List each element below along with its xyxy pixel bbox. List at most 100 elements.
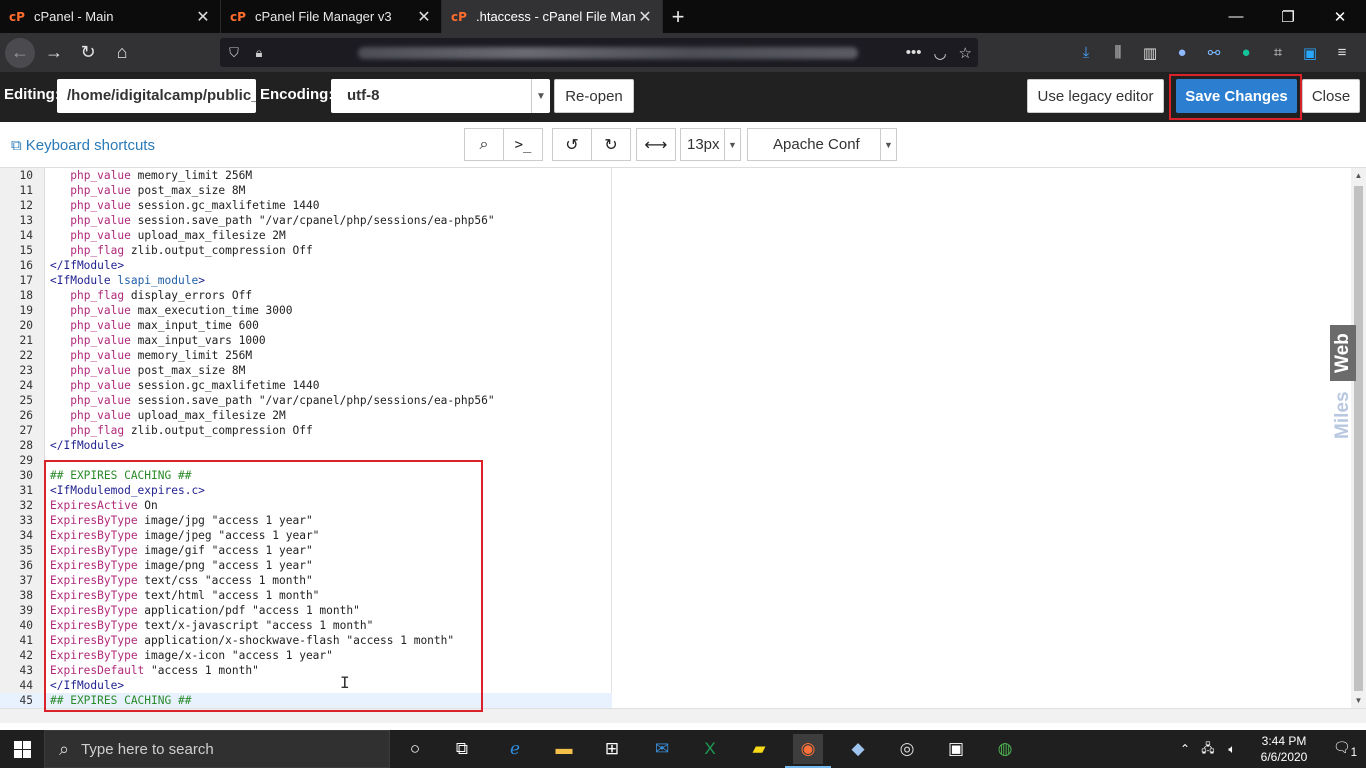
code-editor[interactable]: 10 php_value memory_limit 256M 11 php_val… [0,168,1366,708]
store-icon[interactable]: ⊞ [597,734,627,764]
close-tab-icon[interactable]: ✕ [636,7,654,27]
reopen-button[interactable]: Re-open [554,79,634,113]
code-line[interactable]: 41 ExpiresByType application/x-shockwave-… [0,633,612,648]
code-line[interactable]: 14 php_value upload_max_filesize 2M [0,228,612,243]
window-close-icon[interactable]: ✕ [1314,0,1366,33]
url-bar[interactable]: ⛉ 🔒︎ ••• ◡ ☆ [220,38,978,67]
firefox-icon[interactable]: ◉ [785,734,831,768]
cortana-icon[interactable]: ○ [400,734,430,764]
screen-recorder-icon[interactable]: ▣ [941,734,971,764]
chevron-up-icon[interactable]: ⌃ [1174,742,1196,756]
code-line[interactable]: 21 php_value max_input_vars 1000 [0,333,612,348]
scroll-down-icon[interactable]: ▼ [1351,693,1366,708]
library-icon[interactable]: ⫼ [1104,39,1132,67]
media-player-icon[interactable]: ◎ [892,734,922,764]
code-line[interactable]: 30 ## EXPIRES CACHING ## [0,468,612,483]
more-actions-icon[interactable]: ••• [906,44,922,62]
scroll-up-icon[interactable]: ▲ [1351,168,1366,183]
code-line[interactable]: 18 php_flag display_errors Off [0,288,612,303]
code-line[interactable]: 27 php_flag zlib.output_compression Off [0,423,612,438]
code-line[interactable]: 35 ExpiresByType image/gif "access 1 year… [0,543,612,558]
code-line[interactable]: 19 php_value max_execution_time 3000 [0,303,612,318]
code-line[interactable]: 23 php_value post_max_size 8M [0,363,612,378]
syntax-mode-select[interactable]: Apache Conf ▼ [747,128,897,161]
grammarly-icon[interactable]: ● [1232,39,1260,67]
file-explorer-icon[interactable]: ▬ [549,734,579,764]
code-line[interactable]: 17 <IfModule lsapi_module> [0,273,612,288]
horizontal-scrollbar[interactable] [0,708,1366,723]
code-line[interactable]: 26 php_value upload_max_filesize 2M [0,408,612,423]
code-line[interactable]: 15 php_flag zlib.output_compression Off [0,243,612,258]
menu-icon[interactable]: ≡ [1328,39,1356,67]
code-line[interactable]: 32 ExpiresActive On [0,498,612,513]
minimize-icon[interactable]: — [1210,0,1262,33]
clock[interactable]: 3:44 PM 6/6/2020 [1244,733,1324,765]
code-line[interactable]: 11 php_value post_max_size 8M [0,183,612,198]
use-legacy-editor-button[interactable]: Use legacy editor [1027,79,1164,113]
home-icon[interactable]: ⌂ [105,38,139,68]
code-line[interactable]: 34 ExpiresByType image/jpeg "access 1 yea… [0,528,612,543]
code-line[interactable]: 44 </IfModule> [0,678,612,693]
edge-icon[interactable]: ℯ [500,734,530,764]
keyboard-shortcuts-link[interactable]: ⧉ Keyboard shortcuts [11,137,155,154]
undo-button[interactable]: ↺ [552,128,592,161]
download-icon[interactable]: ⤓ [1072,39,1100,67]
excel-icon[interactable]: X [695,734,725,764]
bookmark-star-icon[interactable]: ☆ [959,44,972,62]
extension-icon[interactable]: ▣ [1296,39,1324,67]
account-icon[interactable]: ● [1168,39,1196,67]
code-line[interactable]: 24 php_value session.gc_maxlifetime 1440 [0,378,612,393]
code-line[interactable]: 31 <IfModulemod_expires.c> [0,483,612,498]
code-line[interactable]: 40 ExpiresByType text/x-javascript "acces… [0,618,612,633]
forward-arrow-icon[interactable]: → [37,38,71,68]
code-line[interactable]: 25 php_value session.save_path "/var/cpa… [0,393,612,408]
app-icon[interactable]: ◆ [843,734,873,764]
file-path-field[interactable]: /home/idigitalcamp/public_html/.htaccess [57,79,256,113]
code-line[interactable]: 10 php_value memory_limit 256M [0,168,612,183]
task-view-icon[interactable]: ⧉ [447,734,477,764]
extension-link-icon[interactable]: ⚯ [1200,39,1228,67]
code-line[interactable]: 16 </IfModule> [0,258,612,273]
code-line[interactable]: 37 ExpiresByType text/css "access 1 month… [0,573,612,588]
reload-icon[interactable]: ↻ [71,38,105,68]
network-icon[interactable]: 🖧︎ [1196,739,1220,760]
new-tab-button[interactable]: + [663,0,693,33]
sticky-notes-icon[interactable]: ▰ [744,734,774,764]
wrap-toggle-button[interactable]: ⟷ [636,128,676,161]
redo-button[interactable]: ↻ [591,128,631,161]
start-button[interactable] [0,730,44,768]
code-line[interactable]: 39 ExpiresByType application/pdf "access … [0,603,612,618]
search-button[interactable]: ⌕ [464,128,504,161]
pocket-icon[interactable]: ◡ [933,44,946,62]
restore-icon[interactable]: ❐ [1262,0,1314,33]
code-line[interactable]: 20 php_value max_input_time 600 [0,318,612,333]
close-button[interactable]: Close [1302,79,1360,113]
font-size-select[interactable]: 13px ▼ [680,128,741,161]
encoding-select[interactable]: utf-8 ▼ [331,79,550,113]
goto-line-button[interactable]: >_ [503,128,543,161]
code-line[interactable]: 22 php_value memory_limit 256M [0,348,612,363]
volume-icon[interactable]: 🔈︎ [1220,742,1244,757]
code-line[interactable]: 13 php_value session.save_path "/var/cpa… [0,213,612,228]
code-line[interactable]: 45 ## EXPIRES CACHING ## [0,693,612,708]
back-arrow-icon[interactable]: ← [5,37,35,68]
code-line[interactable]: 38 ExpiresByType text/html "access 1 mont… [0,588,612,603]
sidebar-icon[interactable]: ▥ [1136,39,1164,67]
taskbar-search[interactable]: ⌕ Type here to search [44,730,390,768]
code-line[interactable]: 33 ExpiresByType image/jpg "access 1 year… [0,513,612,528]
shield-icon[interactable]: ⛉ [220,45,248,61]
crop-icon[interactable]: ⌗ [1264,39,1292,67]
code-lines[interactable]: 10 php_value memory_limit 256M 11 php_val… [0,168,612,708]
close-tab-icon[interactable]: ✕ [415,7,433,27]
close-tab-icon[interactable]: ✕ [194,7,212,27]
code-line[interactable]: 43 ExpiresDefault "access 1 month" [0,663,612,678]
chrome-icon[interactable]: ◍ [990,734,1020,764]
code-line[interactable]: 12 php_value session.gc_maxlifetime 1440 [0,198,612,213]
mail-icon[interactable]: ✉ [647,734,677,764]
tab-cpanel-main[interactable]: cP cPanel - Main ✕ [0,0,221,33]
lock-icon[interactable]: 🔒︎ [248,45,270,61]
code-line[interactable]: 29 [0,453,612,468]
code-line[interactable]: 36 ExpiresByType image/png "access 1 year… [0,558,612,573]
code-line[interactable]: 28 </IfModule> [0,438,612,453]
notification-center-icon[interactable]: 🗨︎1 [1324,739,1366,759]
